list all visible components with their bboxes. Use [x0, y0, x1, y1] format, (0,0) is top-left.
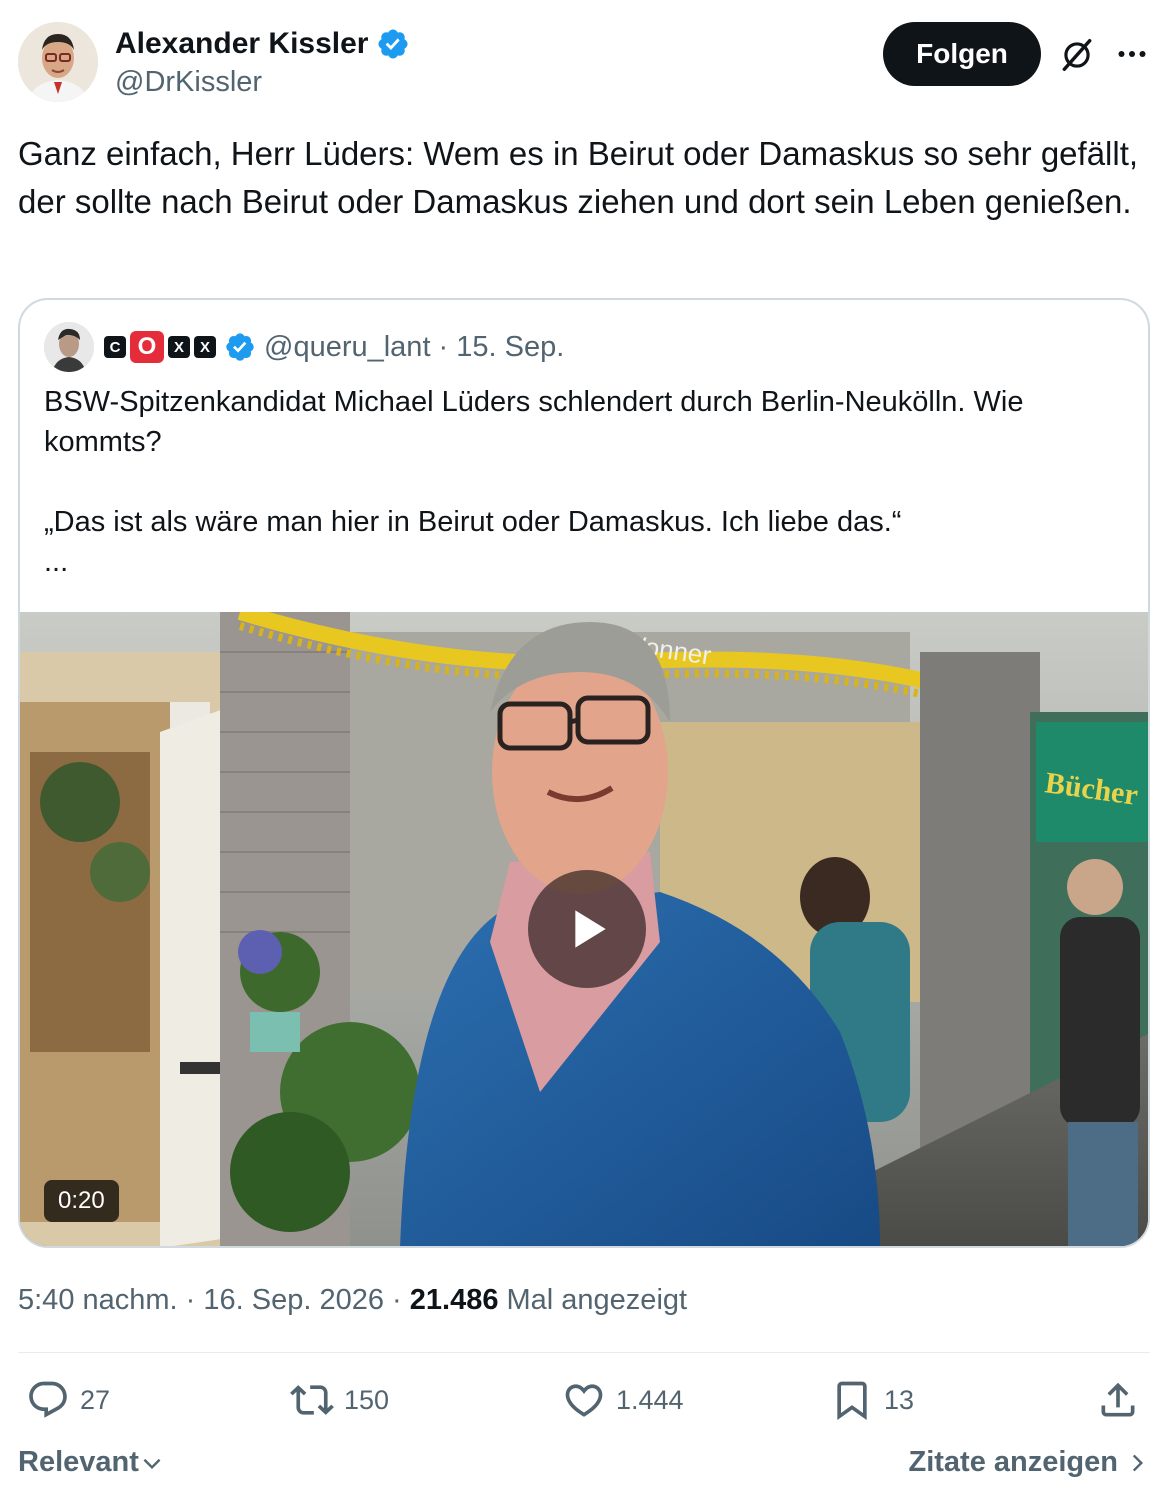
quoted-text-line1: BSW-Spitzenkandidat Michael Lüders schle… [44, 386, 1024, 458]
quoted-verified-badge-icon [226, 333, 254, 361]
tweet-text: Ganz einfach, Herr Lüders: Wem es in Bei… [18, 135, 1139, 220]
quoted-tweet-header: C O X X @queru_lant · 15. Sep. [44, 322, 564, 372]
reply-button[interactable]: 27 [26, 1378, 110, 1422]
verified-badge-icon [378, 29, 408, 59]
more-options-icon[interactable] [1114, 36, 1150, 72]
badge-o: O [130, 331, 164, 363]
repost-icon [290, 1385, 334, 1415]
tweet-time-date[interactable]: 5:40 nachm. · 16. Sep. 2026 · [18, 1284, 410, 1316]
sort-label: Relevant [18, 1446, 139, 1478]
video-duration: 0:20 [44, 1180, 119, 1222]
like-count: 1.444 [616, 1384, 684, 1415]
grok-icon[interactable] [1058, 36, 1096, 74]
repost-count: 150 [344, 1384, 390, 1415]
tweet-header: Alexander Kissler @DrKissler Folgen [18, 22, 1156, 102]
tweet-meta: 5:40 nachm. · 16. Sep. 2026 · 21.486 Mal… [18, 1284, 687, 1317]
view-count: 21.486 [409, 1284, 499, 1316]
reply-icon [29, 1381, 67, 1418]
sort-dropdown[interactable]: Relevant [18, 1446, 165, 1479]
quoted-tweet-text: BSW-Spitzenkandidat Michael Lüders schle… [44, 382, 1124, 582]
badge-x-2: X [194, 336, 216, 358]
play-button[interactable] [528, 870, 646, 988]
quoted-text-ellipsis: ... [44, 546, 69, 578]
reply-count: 27 [80, 1384, 111, 1415]
view-count-label: Mal angezeigt [498, 1284, 688, 1316]
video-player[interactable]: Wonner Bücher 0:20 [20, 612, 1148, 1246]
repost-button[interactable]: 150 [290, 1378, 389, 1422]
author-info: Alexander Kissler @DrKissler [115, 26, 410, 99]
bookmark-count: 13 [884, 1384, 915, 1415]
author-handle[interactable]: @DrKissler [115, 66, 410, 99]
chevron-right-icon [1132, 1454, 1144, 1471]
tweet-actions: 27 150 1.444 13 [18, 1378, 1150, 1428]
badge-x-1: X [168, 336, 190, 358]
badge-c: C [104, 336, 126, 358]
quoted-author-avatar[interactable] [44, 322, 94, 372]
follow-button[interactable]: Folgen [883, 22, 1041, 86]
bookmark-button[interactable]: 13 [830, 1378, 914, 1422]
author-name[interactable]: Alexander Kissler [115, 27, 368, 61]
quoted-handle-date[interactable]: @queru_lant · 15. Sep. [264, 331, 564, 364]
replies-footer: Relevant Zitate anzeigen [18, 1446, 1150, 1486]
play-icon [575, 910, 606, 948]
view-quotes-link[interactable]: Zitate anzeigen [909, 1446, 1151, 1479]
author-avatar[interactable] [18, 22, 98, 102]
heart-icon [565, 1384, 603, 1417]
chevron-down-icon [143, 1458, 161, 1469]
view-quotes-label: Zitate anzeigen [908, 1446, 1119, 1478]
bookmark-icon [837, 1381, 867, 1421]
divider [18, 1352, 1150, 1353]
like-button[interactable]: 1.444 [562, 1378, 684, 1422]
quoted-tweet[interactable]: C O X X @queru_lant · 15. Sep. BSW-Spitz… [18, 298, 1150, 1248]
quoted-text-line2: „Das ist als wäre man hier in Beirut ode… [44, 506, 902, 538]
share-button[interactable] [1096, 1378, 1140, 1422]
share-icon [1101, 1382, 1135, 1417]
quoted-author-badges: C O X X [104, 331, 216, 363]
